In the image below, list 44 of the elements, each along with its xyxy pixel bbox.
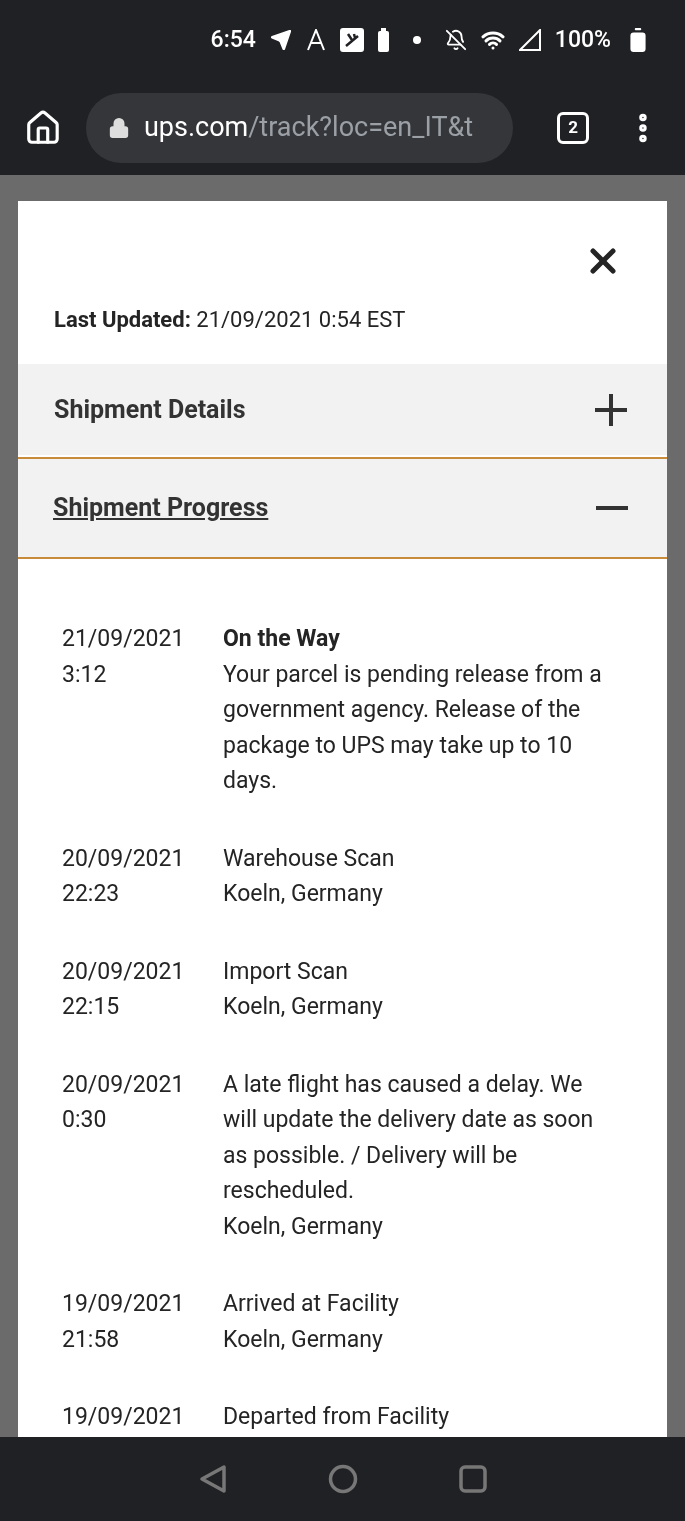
minus-icon: [596, 506, 628, 510]
lock-icon: [107, 116, 130, 139]
address-bar[interactable]: ups.com/track?loc=en_IT&t: [85, 92, 514, 163]
letter-icon: [305, 29, 326, 51]
event-date: 19/09/2021: [62, 1402, 186, 1432]
event-location: Koeln, Germany: [223, 992, 383, 1022]
event-date: 21/09/2021: [62, 624, 186, 654]
event-location: Koeln, Germany: [223, 879, 384, 909]
tab-count-button[interactable]: 2: [557, 111, 590, 144]
url-text: ups.com/track?loc=en_IT&t: [143, 110, 474, 146]
home-icon[interactable]: [24, 108, 62, 147]
event-time: 22:15: [62, 992, 121, 1022]
event-date: 19/09/2021: [62, 1289, 186, 1319]
paper-plane-icon: [269, 29, 292, 51]
signal-icon: [518, 29, 541, 51]
event-date: 20/09/2021: [62, 843, 186, 874]
event-status: A late flight has caused a delay. We will update the delivery date as soon as possible. / Delivery will be rescheduled.: [223, 1069, 595, 1206]
event-time: 21:58: [62, 1324, 121, 1355]
home-circle-icon[interactable]: [327, 1464, 358, 1494]
accordion-header[interactable]: Shipment Progress: [18, 457, 667, 559]
back-icon[interactable]: [197, 1464, 228, 1494]
event-time: 0:30: [62, 1105, 108, 1135]
dot-icon: [412, 36, 421, 44]
plus-icon: [595, 393, 627, 426]
accordion-header[interactable]: Shipment Details: [18, 364, 667, 455]
event-time: 22:23: [62, 879, 121, 909]
event-time: 3:12: [62, 659, 108, 690]
clock: 6:54: [210, 24, 256, 55]
event-detail: Your parcel is pending release from a government agency. Release of the package to UPS may take up to 10 days.: [223, 659, 603, 796]
event-status: Arrived at Facility: [223, 1289, 399, 1319]
battery-small-icon: [377, 28, 389, 52]
battery-percent: 100%: [554, 24, 611, 55]
event-status: Warehouse Scan: [223, 843, 395, 874]
app-icon: [339, 28, 364, 52]
recents-icon[interactable]: [457, 1464, 488, 1494]
event-status: Departed from Facility: [223, 1402, 450, 1432]
event-location: Koeln, Germany: [223, 1324, 384, 1355]
event-date: 20/09/2021: [62, 956, 186, 987]
event-status: On the Way: [223, 624, 341, 654]
event-date: 20/09/2021: [62, 1069, 186, 1100]
last-updated-text: Last Updated: 21/09/2021 0:54 EST: [53, 306, 407, 334]
event-location: Koeln, Germany: [223, 1211, 384, 1242]
event-status: Import Scan: [223, 956, 349, 987]
bell-off-icon: [444, 29, 467, 51]
